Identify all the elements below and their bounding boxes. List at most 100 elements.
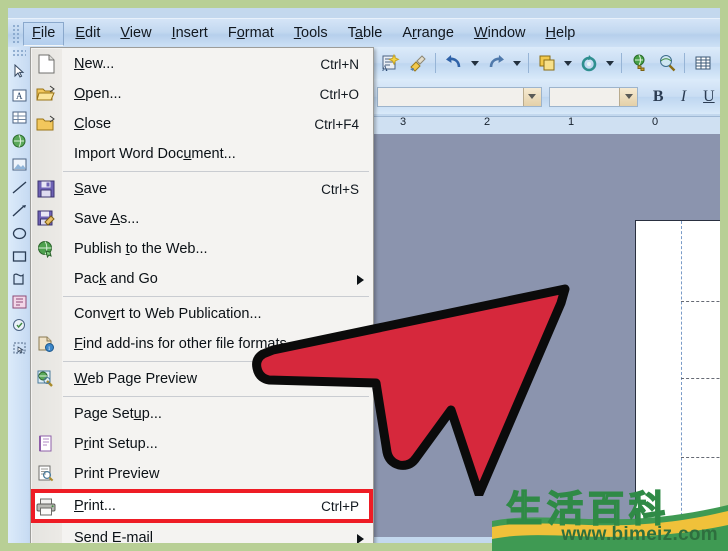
font-size-combo[interactable] [548,86,639,107]
rotate-icon[interactable] [576,51,601,76]
toolbar-separator [435,53,436,73]
menu-item-open[interactable]: Open... Ctrl+O [31,79,373,109]
hot-spot-tool-icon[interactable] [9,337,29,359]
font-name-combo[interactable] [377,86,542,107]
svg-text:A: A [382,64,388,73]
menu-item-save-as-label: Save As... [74,211,140,227]
font-size-chevron-down-icon[interactable] [619,87,638,106]
menu-item-send-email[interactable]: Send E-mail [31,523,373,543]
ruler-tick-1: 1 [568,116,575,128]
menu-help[interactable]: Help [537,22,585,46]
menu-item-page-setup[interactable]: Page Setup... [31,399,373,429]
globe-publish-icon [35,238,57,260]
redo-icon[interactable] [483,51,508,76]
menu-view[interactable]: View [111,22,160,46]
open-folder-icon [35,83,57,105]
picture-frame-tool-icon[interactable] [9,153,29,175]
application-window: File Edit View Insert Format Tools Table… [8,8,720,543]
menu-item-print-setup-label: Print Setup... [74,436,158,452]
design-gallery-icon[interactable] [654,51,679,76]
line-tool-icon[interactable] [9,176,29,198]
redo-dropdown[interactable] [510,51,523,75]
formatting-toolbar: B I U [374,79,720,114]
menu-arrange[interactable]: Arrange [393,22,463,46]
menu-item-send-email-label: Send E-mail [74,530,154,543]
menu-edit[interactable]: Edit [66,22,109,46]
arrow-tool-icon[interactable] [9,199,29,221]
submenu-arrow-icon [357,275,364,285]
menu-tools[interactable]: Tools [285,22,337,46]
font-name-chevron-down-icon[interactable] [522,87,541,106]
menu-item-publish-to-web[interactable]: Publish to the Web... [31,234,373,264]
menu-item-new[interactable]: New... Ctrl+N [31,49,373,79]
bold-button[interactable]: B [647,85,669,109]
underline-button[interactable]: U [698,85,720,109]
bring-to-front-dropdown[interactable] [561,51,574,75]
menu-file[interactable]: File [23,21,65,46]
undo-dropdown[interactable] [468,51,481,75]
toolbar-separator [684,53,685,73]
print-preview-icon [35,463,57,485]
menu-item-save-as[interactable]: Save As... [31,204,373,234]
design-gallery-tool-icon[interactable] [9,291,29,313]
rectangle-tool-icon[interactable] [9,245,29,267]
select-arrow-tool-icon[interactable] [9,61,29,83]
layout-guide-horizontal-bottom [681,457,720,458]
menu-item-save-label: Save [74,181,108,197]
menu-item-new-label: New... [74,56,115,72]
save-as-icon [35,208,57,230]
insert-wordart-tool-icon[interactable] [9,130,29,152]
table-icon[interactable] [690,51,715,76]
save-floppy-icon [35,178,57,200]
menu-item-import-word-document[interactable]: Import Word Document... [31,139,373,169]
menu-insert[interactable]: Insert [163,22,217,46]
text-box-tool-icon[interactable]: A [9,84,29,106]
menu-item-close-label: Close [74,116,112,132]
web-preview-icon [35,368,57,390]
menu-item-print[interactable]: Print... Ctrl+P [31,489,373,523]
menu-item-close[interactable]: Close Ctrl+F4 [31,109,373,139]
menu-item-print-setup[interactable]: Print Setup... [31,429,373,459]
menu-item-print-preview[interactable]: Print Preview [31,459,373,489]
autoshapes-tool-icon[interactable] [9,268,29,290]
menu-item-find-addins[interactable]: i Find add-ins for other file formats... [31,329,373,359]
insert-hyperlink-icon[interactable] [627,51,652,76]
standard-toolbar: A [374,47,720,79]
menu-item-web-page-preview-label: Web Page Preview [74,371,198,387]
format-painter-icon[interactable] [405,51,430,76]
menu-item-save[interactable]: Save Ctrl+S [31,174,373,204]
printer-icon [35,496,57,518]
form-control-tool-icon[interactable] [9,314,29,336]
italic-button[interactable]: I [672,85,694,109]
menu-separator-3 [63,361,369,362]
horizontal-ruler[interactable]: 3 2 1 0 [374,116,720,135]
menu-item-convert-to-web-publication[interactable]: Convert to Web Publication... [31,299,373,329]
rotate-dropdown[interactable] [603,51,616,75]
menu-table[interactable]: Table [339,22,392,46]
menu-separator-4 [63,396,369,397]
bring-to-front-icon[interactable] [534,51,559,76]
submenu-arrow-icon-2 [357,534,364,543]
menu-item-import-word-document-label: Import Word Document... [74,146,236,162]
menu-separator-1 [63,171,369,172]
menu-separator-2 [63,296,369,297]
toolbar-separator [528,53,529,73]
svg-text:A: A [16,91,23,101]
objects-toolbar-grip[interactable] [12,49,26,57]
oval-tool-icon[interactable] [9,222,29,244]
close-folder-icon [35,113,57,135]
menu-item-web-page-preview[interactable]: Web Page Preview [31,364,373,394]
menu-item-pack-and-go[interactable]: Pack and Go [31,264,373,294]
menu-item-print-wrapper: Print... Ctrl+P [31,489,373,523]
menu-format[interactable]: Format [219,22,283,46]
autoformat-icon[interactable]: A [378,51,403,76]
menu-bar-grip[interactable] [11,22,20,45]
menu-bar: File Edit View Insert Format Tools Table… [8,18,720,48]
undo-icon[interactable] [441,51,466,76]
file-dropdown-menu[interactable]: New... Ctrl+N Open... Ctrl+O Close Ctrl+… [30,47,374,543]
menu-window[interactable]: Window [465,22,535,46]
toolbar-separator [621,53,622,73]
ruler-tick-3: 3 [400,116,407,128]
print-setup-icon [35,433,57,455]
insert-table-tool-icon[interactable] [9,107,29,129]
